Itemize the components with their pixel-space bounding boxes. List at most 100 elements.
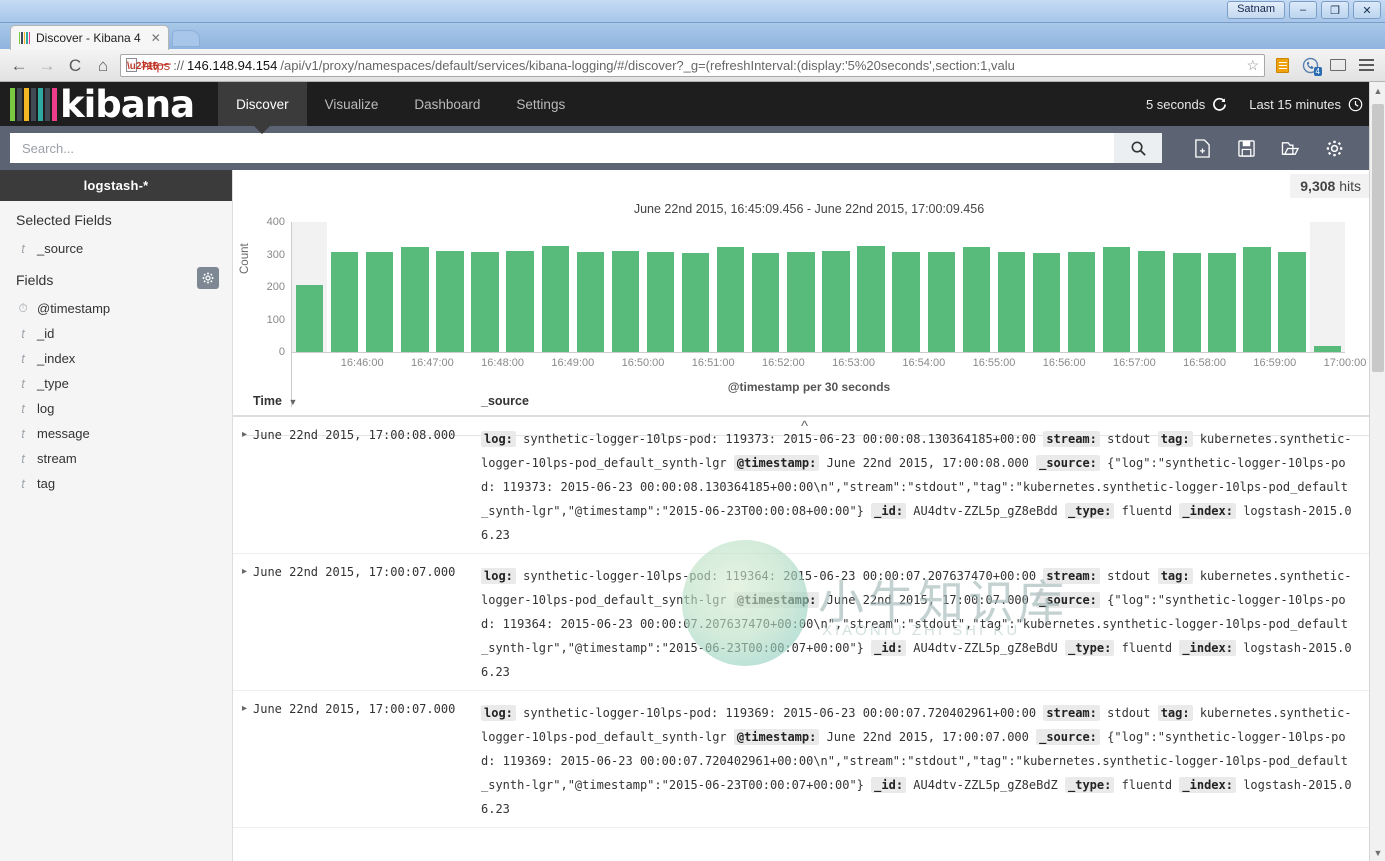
tab-settings[interactable]: Settings xyxy=(498,82,583,126)
window-user-button[interactable]: Satnam xyxy=(1227,1,1285,19)
chart-bar[interactable] xyxy=(857,246,885,352)
forward-icon[interactable]: → xyxy=(36,54,58,76)
time-picker-button[interactable]: Last 15 minutes xyxy=(1249,97,1363,112)
chart-bar[interactable] xyxy=(576,251,604,352)
chart-bar-cell[interactable] xyxy=(818,222,853,352)
chart-bar[interactable] xyxy=(716,246,745,352)
table-row[interactable]: ▸ June 22nd 2015, 17:00:07.000 log: synthe… xyxy=(233,691,1385,828)
sidebar-field-_source[interactable]: t _source xyxy=(0,236,232,261)
sidebar-field-timestamp[interactable]: ⏱ @timestamp xyxy=(0,296,232,321)
chart-bar[interactable] xyxy=(1208,252,1236,352)
chart-bar[interactable] xyxy=(611,250,640,352)
chart-bar-cell[interactable] xyxy=(748,222,783,352)
chart-bar-cell[interactable] xyxy=(959,222,994,352)
chart-bar[interactable] xyxy=(892,252,920,352)
chart-bar-cell[interactable] xyxy=(854,222,889,352)
page-scrollbar-thumb[interactable] xyxy=(1372,104,1384,372)
page-scrollbar[interactable]: ▲ ▼ xyxy=(1369,82,1385,861)
chart-bar-cell[interactable] xyxy=(889,222,924,352)
cast-icon[interactable] xyxy=(1327,54,1349,76)
histogram-chart[interactable]: Count 0 100 200 300 400 16:46:00 16:47:00 16:4… xyxy=(233,216,1385,436)
new-search-icon[interactable] xyxy=(1192,138,1212,158)
chart-bar-cell[interactable] xyxy=(432,222,467,352)
chart-bar-cell[interactable] xyxy=(1064,222,1099,352)
window-close-button[interactable]: ✕ xyxy=(1353,1,1381,19)
window-maximize-button[interactable]: ❐ xyxy=(1321,1,1349,19)
sidebar-field-_id[interactable]: t _id xyxy=(0,321,232,346)
chart-bar[interactable] xyxy=(681,252,710,352)
chart-bar[interactable] xyxy=(1067,252,1096,352)
chart-bar-cell[interactable] xyxy=(327,222,362,352)
sidebar-field-_type[interactable]: t _type xyxy=(0,371,232,396)
chart-bar[interactable] xyxy=(541,246,569,352)
refresh-interval-button[interactable]: 5 seconds xyxy=(1146,97,1227,112)
chart-bar-cell[interactable] xyxy=(713,222,748,352)
search-input[interactable] xyxy=(10,133,1114,163)
chart-bars[interactable] xyxy=(292,222,1345,352)
chart-bar-cell[interactable] xyxy=(397,222,432,352)
chart-bar-cell[interactable] xyxy=(467,222,502,352)
extension-orange-icon[interactable] xyxy=(1271,54,1293,76)
chart-bar[interactable] xyxy=(1138,250,1166,352)
search-submit-button[interactable] xyxy=(1114,133,1162,163)
sidebar-field-tag[interactable]: t tag xyxy=(0,471,232,496)
scroll-down-arrow-icon[interactable]: ▼ xyxy=(1370,844,1385,861)
chart-bar-cell[interactable] xyxy=(1309,222,1345,352)
expand-row-icon[interactable]: ▸ xyxy=(233,564,253,678)
chart-bar[interactable] xyxy=(787,251,815,352)
expand-row-icon[interactable]: ▸ xyxy=(233,701,253,815)
chart-bar[interactable] xyxy=(401,246,429,352)
bookmark-star-icon[interactable]: ☆ xyxy=(1242,57,1259,74)
chart-bar-cell[interactable] xyxy=(362,222,397,352)
chart-bar[interactable] xyxy=(1243,247,1271,352)
window-minimize-button[interactable]: – xyxy=(1289,1,1317,19)
chart-bar-cell[interactable] xyxy=(292,222,328,352)
column-header-time[interactable]: Time ▼ xyxy=(233,394,481,408)
open-search-icon[interactable] xyxy=(1280,138,1300,158)
browser-tab-close-icon[interactable]: ✕ xyxy=(151,31,161,45)
chart-bar-cell[interactable] xyxy=(1169,222,1204,352)
chart-bar[interactable] xyxy=(822,250,850,352)
chart-bar-cell[interactable] xyxy=(643,222,678,352)
chart-bar[interactable] xyxy=(436,250,464,352)
chart-bar-cell[interactable] xyxy=(924,222,959,352)
kibana-logo[interactable]: kibana xyxy=(0,82,195,126)
chart-bar[interactable] xyxy=(752,252,780,352)
chart-bar-cell[interactable] xyxy=(538,222,573,352)
chart-bar-cell[interactable] xyxy=(573,222,608,352)
new-tab-button[interactable] xyxy=(171,30,200,47)
sidebar-field-_index[interactable]: t _index xyxy=(0,346,232,371)
chart-bar[interactable] xyxy=(1278,251,1306,352)
chart-bar-cell[interactable] xyxy=(1240,222,1275,352)
tab-discover[interactable]: Discover xyxy=(218,82,307,134)
chart-bar[interactable] xyxy=(471,252,499,352)
scroll-up-arrow-icon[interactable]: ▲ xyxy=(1370,82,1385,99)
chart-bar[interactable] xyxy=(927,251,955,352)
chart-bar[interactable] xyxy=(330,252,359,352)
chart-bar[interactable] xyxy=(1173,252,1201,352)
sidebar-field-stream[interactable]: t stream xyxy=(0,446,232,471)
chart-bar[interactable] xyxy=(1103,246,1131,352)
chart-bar-cell[interactable] xyxy=(994,222,1029,352)
chart-bar[interactable] xyxy=(962,247,990,352)
sort-descending-icon[interactable]: ▼ xyxy=(288,397,297,407)
sidebar-field-log[interactable]: t log xyxy=(0,396,232,421)
table-row[interactable]: ▸ June 22nd 2015, 17:00:08.000 log: synthe… xyxy=(233,417,1385,554)
chart-bar-cell[interactable] xyxy=(1204,222,1239,352)
settings-gear-icon[interactable] xyxy=(1324,138,1344,158)
table-row[interactable]: ▸ June 22nd 2015, 17:00:07.000 log: synthe… xyxy=(233,554,1385,691)
chart-bar[interactable] xyxy=(506,251,534,352)
sidebar-field-message[interactable]: t message xyxy=(0,421,232,446)
chart-bar-cell[interactable] xyxy=(1275,222,1310,352)
chart-bar[interactable] xyxy=(366,251,394,352)
chart-bar[interactable] xyxy=(295,285,324,352)
chart-bar-cell[interactable] xyxy=(678,222,713,352)
extension-phone-icon[interactable]: 4 xyxy=(1299,54,1322,76)
chart-bar[interactable] xyxy=(1032,252,1061,352)
chart-bar-cell[interactable] xyxy=(783,222,818,352)
insecure-certificate-icon[interactable]: \u2715 xyxy=(126,58,158,72)
save-search-icon[interactable] xyxy=(1236,138,1256,158)
expand-row-icon[interactable]: ▸ xyxy=(233,427,253,541)
chart-bar[interactable] xyxy=(997,252,1026,352)
address-bar[interactable]: \u2715 https :// 146.148.94.154 /api/v1/… xyxy=(120,53,1265,77)
